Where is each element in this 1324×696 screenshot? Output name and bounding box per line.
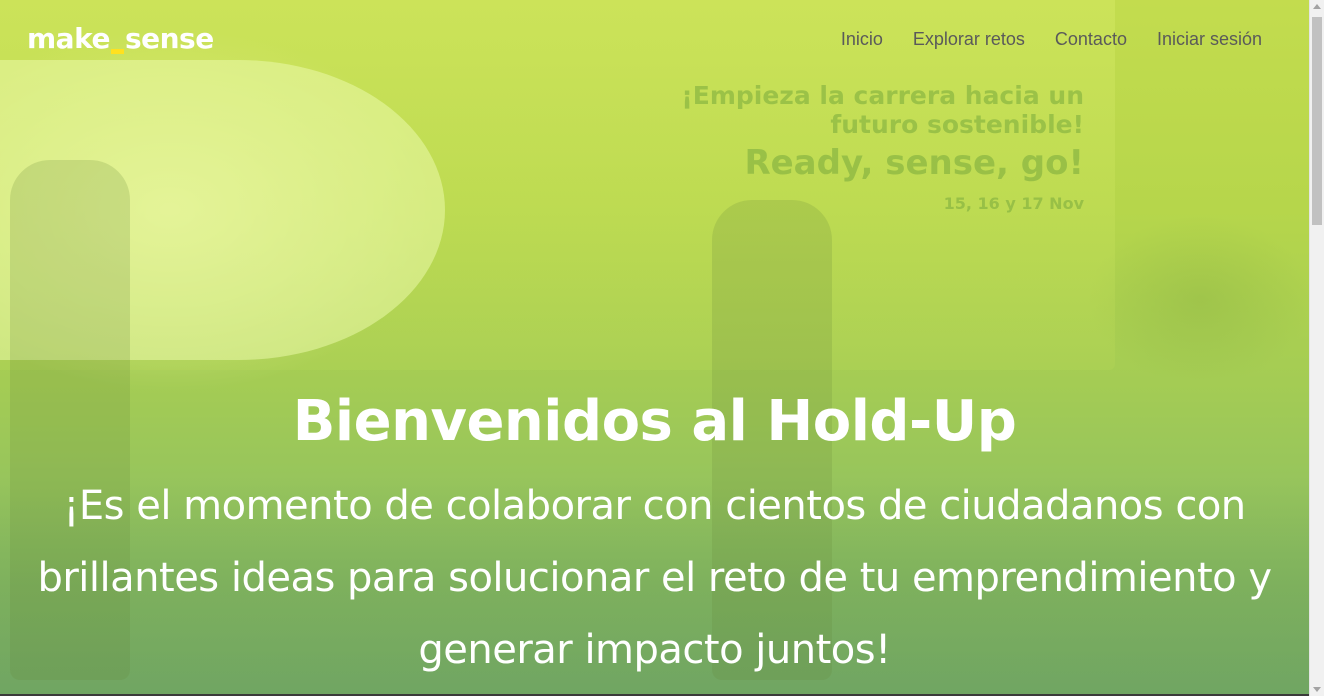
- main-nav: Inicio Explorar retos Contacto Iniciar s…: [841, 29, 1262, 50]
- scroll-up-arrow-icon[interactable]: [1313, 4, 1321, 9]
- nav-link-iniciar-sesion[interactable]: Iniciar sesión: [1157, 29, 1262, 50]
- scrollbar-thumb[interactable]: [1312, 17, 1322, 225]
- logo-text-sense: sense: [124, 22, 214, 55]
- hero-title: Bienvenidos al Hold-Up: [292, 389, 1017, 454]
- scroll-down-arrow-icon[interactable]: [1313, 687, 1321, 692]
- nav-link-explorar-retos[interactable]: Explorar retos: [913, 29, 1025, 50]
- logo-underscore-accent: [110, 49, 124, 54]
- nav-link-inicio[interactable]: Inicio: [841, 29, 883, 50]
- photo-text-line1: ¡Empieza la carrera hacia un futuro sost…: [681, 81, 1084, 139]
- page-viewport: ¡Empieza la carrera hacia un futuro sost…: [0, 0, 1309, 696]
- nav-link-contacto[interactable]: Contacto: [1055, 29, 1127, 50]
- hero-subtitle: ¡Es el momento de colaborar con cientos …: [37, 483, 1272, 673]
- background-photo-text: ¡Empieza la carrera hacia un futuro sost…: [664, 81, 1084, 213]
- logo-text-make: make: [27, 22, 110, 55]
- site-logo[interactable]: make sense: [27, 22, 214, 55]
- vertical-scrollbar[interactable]: [1309, 0, 1324, 696]
- photo-text-line2: Ready, sense, go!: [744, 142, 1084, 183]
